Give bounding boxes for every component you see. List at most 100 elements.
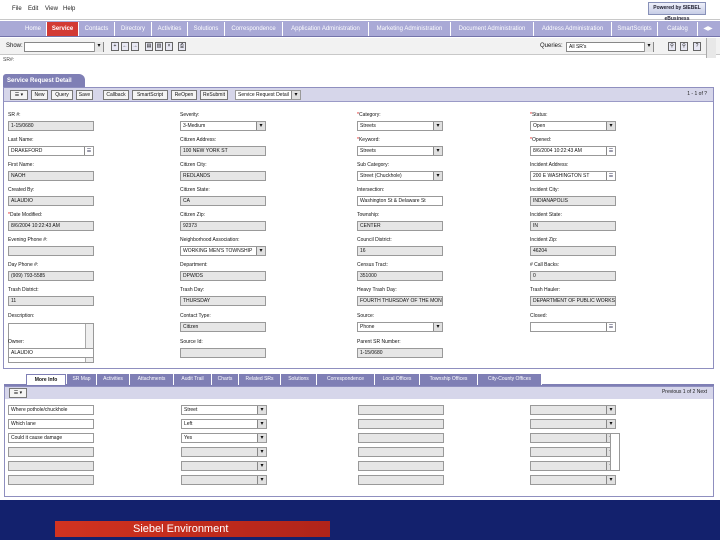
menu-help[interactable]: Help — [63, 6, 75, 12]
tab-application-administration[interactable]: Application Administration — [283, 22, 369, 36]
query-assistant-icon[interactable]: ⚲ — [680, 42, 688, 51]
tab-service[interactable]: Service — [47, 22, 79, 36]
list-cell[interactable] — [8, 475, 94, 485]
list-cell[interactable] — [181, 461, 267, 471]
field-value[interactable]: IN — [530, 221, 616, 231]
field-value[interactable]: Citizen — [180, 322, 266, 332]
tab-catalog[interactable]: Catalog — [658, 22, 698, 36]
save-button[interactable]: Save — [76, 90, 93, 100]
field-value[interactable]: WORKING MEN'S TOWNSHIP — [180, 246, 266, 256]
tab-attachments[interactable]: Attachments — [130, 374, 174, 385]
tab-charts[interactable]: Charts — [212, 374, 239, 385]
callback-button[interactable]: Callback — [103, 90, 129, 100]
field-value[interactable]: Streets — [357, 121, 443, 131]
field-value[interactable]: 1-15/0680 — [357, 348, 443, 358]
tab-solutions[interactable]: Solutions — [188, 22, 225, 36]
copy-icon[interactable]: ▤ — [145, 42, 153, 51]
applet-pager[interactable]: 1 - 1 of ? — [687, 91, 707, 97]
list-cell[interactable]: Yes — [181, 433, 267, 443]
tab-more-info[interactable]: More Info — [26, 374, 66, 385]
field-value[interactable]: DEPARTMENT OF PUBLIC WORKS — [530, 296, 616, 306]
field-value[interactable]: Streets — [357, 146, 443, 156]
field-value[interactable]: 100 NEW YORK ST — [180, 146, 266, 156]
field-value[interactable]: CENTER — [357, 221, 443, 231]
tab-township-offices[interactable]: Township Offices — [420, 374, 478, 385]
field-value[interactable]: 8/6/2004 10:22:43 AM — [530, 146, 616, 156]
tab-document-administration[interactable]: Document Administration — [451, 22, 534, 36]
tab-smartscripts[interactable]: SmartScripts — [612, 22, 658, 36]
window-scrollbar[interactable] — [706, 38, 716, 58]
tab-audit-trail[interactable]: Audit Trail — [174, 374, 212, 385]
field-value[interactable]: Washington St & Delaware St — [357, 196, 443, 206]
nav-forward-icon[interactable]: → — [131, 42, 139, 51]
field-value[interactable]: (909) 793-5585 — [8, 271, 94, 281]
field-value[interactable]: 0 — [530, 271, 616, 281]
nav-back-icon[interactable]: ← — [121, 42, 129, 51]
list-cell[interactable] — [181, 447, 267, 457]
list-cell[interactable] — [358, 461, 444, 471]
list-cell[interactable] — [181, 475, 267, 485]
query-button[interactable]: Query — [51, 90, 73, 100]
list-cell[interactable]: Where pothole/chuckhole — [8, 405, 94, 415]
reopen-button[interactable]: ReOpen — [171, 90, 197, 100]
applet-menu-button[interactable]: ☰ ▾ — [10, 90, 28, 100]
field-value[interactable]: 46204 — [530, 246, 616, 256]
tab-correspondence-view[interactable]: Correspondence — [317, 374, 375, 385]
tab-sr-map[interactable]: SR Map — [67, 374, 97, 385]
field-value[interactable]: ALAUDIO — [8, 348, 94, 358]
list-cell[interactable] — [358, 419, 444, 429]
search-icon[interactable]: ⚲ — [668, 42, 676, 51]
menu-file[interactable]: File — [12, 6, 22, 12]
tab-marketing-administration[interactable]: Marketing Administration — [369, 22, 451, 36]
list-pager[interactable]: Previous 1 of 2 Next — [662, 389, 707, 395]
tab-contacts[interactable]: Contacts — [79, 22, 115, 36]
new-button[interactable]: New — [31, 90, 48, 100]
field-value[interactable] — [8, 246, 94, 256]
field-value[interactable] — [180, 348, 266, 358]
list-cell[interactable]: Street — [181, 405, 267, 415]
field-value[interactable]: 8/6/2004 10:22:43 AM — [8, 221, 94, 231]
menu-view[interactable]: View — [45, 6, 58, 12]
tab-home[interactable]: Home — [20, 22, 47, 36]
list-cell[interactable] — [530, 447, 616, 457]
list-scrollbar[interactable] — [610, 433, 620, 471]
list-cell[interactable]: Left — [181, 419, 267, 429]
print-icon[interactable]: ⎙ — [178, 42, 186, 51]
field-value[interactable]: Street (Chuckhole) — [357, 171, 443, 181]
tab-solutions-view[interactable]: Solutions — [281, 374, 317, 385]
field-value[interactable]: 3-Medium — [180, 121, 266, 131]
list-cell[interactable] — [358, 405, 444, 415]
field-value[interactable]: Open — [530, 121, 616, 131]
field-value[interactable]: ALAUDIO — [8, 196, 94, 206]
list-cell[interactable] — [8, 447, 94, 457]
list-cell[interactable] — [530, 405, 616, 415]
field-value[interactable]: 16 — [357, 246, 443, 256]
tab-local-offices[interactable]: Local Offices — [375, 374, 420, 385]
tab-activities[interactable]: Activities — [152, 22, 188, 36]
list-menu-button[interactable]: ☰ ▾ — [9, 388, 27, 398]
field-value[interactable]: THURSDAY — [180, 296, 266, 306]
tab-address-administration[interactable]: Address Administration — [534, 22, 612, 36]
menu-edit[interactable]: Edit — [28, 6, 38, 12]
delete-icon[interactable]: × — [165, 42, 173, 51]
list-cell[interactable]: Could it cause damage — [8, 433, 94, 443]
tab-related-srs[interactable]: Related SRs — [239, 374, 281, 385]
field-value[interactable]: DPW/DS — [180, 271, 266, 281]
field-value[interactable]: REDLANDS — [180, 171, 266, 181]
field-value[interactable]: 200 E WASHINGTON ST — [530, 171, 616, 181]
smartscript-button[interactable]: SmartScript — [132, 90, 168, 100]
list-cell[interactable] — [530, 475, 616, 485]
field-value[interactable]: 1-15/0680 — [8, 121, 94, 131]
tab-city-county-offices[interactable]: City-County Offices — [478, 374, 542, 385]
field-value[interactable]: CA — [180, 196, 266, 206]
field-value[interactable]: NAOH — [8, 171, 94, 181]
queries-dropdown[interactable]: All SR's — [566, 42, 654, 52]
list-cell[interactable] — [530, 419, 616, 429]
tab-scroll-arrows[interactable]: ◀▶ — [700, 22, 716, 36]
field-value[interactable]: Phone — [357, 322, 443, 332]
new-record-icon[interactable]: + — [111, 42, 119, 51]
field-value[interactable]: 92373 — [180, 221, 266, 231]
field-value[interactable]: FOURTH THURSDAY OF THE MONTH — [357, 296, 443, 306]
tab-activities-view[interactable]: Activities — [97, 374, 130, 385]
show-dropdown[interactable] — [24, 42, 104, 52]
